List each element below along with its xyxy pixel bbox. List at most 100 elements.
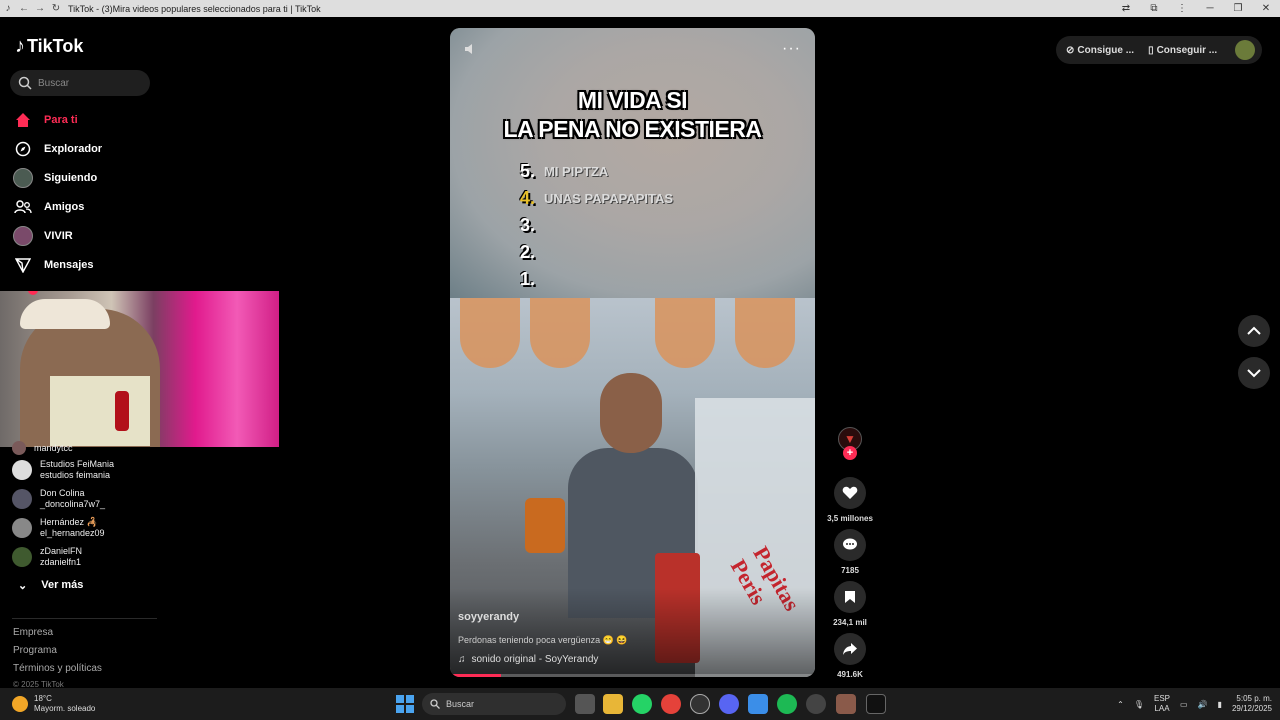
next-video-button[interactable]: [1238, 357, 1270, 389]
ver-mas-button[interactable]: ⌄ Ver más: [12, 571, 162, 599]
ver-mas-label: Ver más: [41, 579, 84, 591]
previous-video-button[interactable]: [1238, 315, 1270, 347]
save-action[interactable]: 234,1 mil: [826, 581, 874, 627]
speaker-icon[interactable]: 🔊: [1198, 700, 1208, 709]
ranking-number: 5.: [520, 161, 536, 181]
comment-icon[interactable]: [834, 529, 866, 561]
video-overlay-title: MI VIDA SI LA PENA NO EXISTIERA: [450, 86, 815, 144]
back-icon[interactable]: ←: [16, 1, 32, 17]
follow-button[interactable]: +: [843, 446, 857, 460]
ranking-text: UNAS PAPAPAPITAS: [544, 191, 674, 206]
sidebar-item-para-ti[interactable]: Para ti: [12, 105, 152, 134]
chips-bag: [460, 298, 520, 368]
account-handle: _doncolina7w7_: [40, 498, 106, 509]
language-indicator[interactable]: ESP LAA: [1154, 694, 1170, 714]
reload-icon[interactable]: ↻: [48, 1, 64, 17]
extensions-icon[interactable]: ⧉: [1140, 3, 1168, 14]
weather-text: Mayorm. soleado: [34, 704, 96, 713]
obs-icon[interactable]: [806, 694, 826, 714]
footer-link-terminos[interactable]: Términos y políticas: [13, 663, 102, 681]
more-options-icon[interactable]: ···: [782, 40, 801, 58]
tiktok-favicon-icon: ♪: [5, 3, 11, 14]
network-icon[interactable]: ▭: [1180, 700, 1188, 709]
profile-avatar[interactable]: [1235, 40, 1256, 60]
whatsapp-icon[interactable]: [632, 694, 652, 714]
bottle: [525, 498, 565, 553]
start-button[interactable]: [396, 695, 414, 713]
ranking-number: 4.: [520, 188, 536, 208]
chips-bag: [735, 298, 795, 368]
task-view-icon[interactable]: [575, 694, 595, 714]
tiktok-logo[interactable]: ♪ TikTok: [15, 35, 83, 58]
chevron-down-icon: ⌄: [18, 579, 28, 592]
sidebar-item-explorador[interactable]: Explorador: [12, 134, 152, 163]
tiktok-taskbar-icon[interactable]: [866, 694, 886, 714]
music-note-icon: ♫: [458, 654, 466, 665]
video-username[interactable]: soyyerandy: [458, 611, 798, 623]
clock[interactable]: 5:05 p. m. 29/12/2025: [1232, 694, 1272, 714]
ranking-row: 2.: [520, 239, 673, 266]
file-explorer-icon[interactable]: [603, 694, 623, 714]
following-avatar: [12, 167, 34, 189]
list-item[interactable]: Hernández 🦂 el_hernandez09: [12, 513, 162, 542]
microphone-icon[interactable]: 🎙: [1134, 700, 1144, 709]
github-icon[interactable]: [690, 694, 710, 714]
chevron-up-icon[interactable]: ⌃: [1117, 700, 1124, 709]
close-button[interactable]: ✕: [1252, 3, 1280, 14]
taskbar-search[interactable]: Buscar: [422, 693, 566, 715]
lang-code: ESP: [1154, 694, 1171, 703]
chevron-up-icon: [1247, 326, 1261, 335]
translate-icon[interactable]: ⇄: [1112, 3, 1140, 14]
discord-icon[interactable]: [719, 694, 739, 714]
account-handle: mandytcc: [34, 442, 73, 453]
spotify-icon[interactable]: [777, 694, 797, 714]
account-name: Estudios FeiMania: [40, 458, 115, 469]
restore-button[interactable]: ❐: [1224, 3, 1252, 14]
list-item[interactable]: mandytcc: [12, 441, 162, 455]
save-count: 234,1 mil: [833, 618, 867, 627]
app-icon[interactable]: [748, 694, 768, 714]
list-item[interactable]: Estudios FeiMania estudios feimania: [12, 455, 162, 484]
sound-label: sonido original - SoyYerandy: [471, 654, 599, 665]
heart-icon[interactable]: [834, 477, 866, 509]
vendor-head: [600, 373, 662, 453]
sidebar-item-label: Amigos: [44, 200, 85, 213]
account-handle: estudios feimania: [40, 469, 111, 480]
get-app-button[interactable]: ▯ Conseguir ...: [1148, 45, 1217, 56]
sidebar-nav: Para ti Explorador Siguiendo Amigos VIVI…: [12, 105, 152, 279]
like-action[interactable]: 3,5 millones: [826, 477, 874, 523]
footer-link-empresa[interactable]: Empresa: [13, 627, 102, 645]
menu-icon[interactable]: ⋮: [1168, 3, 1196, 14]
bookmark-icon[interactable]: [834, 581, 866, 613]
share-icon[interactable]: [834, 633, 866, 665]
footer-link-programa[interactable]: Programa: [13, 645, 102, 663]
live-avatar: [12, 225, 34, 247]
ranking-number: 3.: [520, 215, 536, 235]
home-icon: [12, 109, 34, 131]
search-box[interactable]: [10, 70, 150, 96]
phone-icon: ▯: [1148, 44, 1154, 56]
sidebar-item-vivir[interactable]: VIVIR: [12, 221, 152, 250]
list-item[interactable]: zDanielFN zdanielfn1: [12, 542, 162, 571]
volume-icon[interactable]: [464, 42, 478, 56]
comment-action[interactable]: 7185: [826, 529, 874, 575]
weather-widget[interactable]: 18°C Mayorm. soleado: [12, 694, 95, 714]
sidebar-item-amigos[interactable]: Amigos: [12, 192, 152, 221]
forward-icon[interactable]: →: [32, 1, 48, 17]
sidebar-item-mensajes[interactable]: Mensajes: [12, 250, 152, 279]
search-input[interactable]: [38, 77, 138, 89]
box-app-icon[interactable]: [836, 694, 856, 714]
get-coins-button[interactable]: ⊘ Consigue ...: [1066, 45, 1134, 56]
coin-icon: ⊘: [1066, 44, 1075, 56]
get-app-label: Conseguir ...: [1156, 44, 1218, 56]
compass-icon: [12, 138, 34, 160]
battery-icon[interactable]: ▮: [1218, 700, 1222, 709]
chrome-icon[interactable]: [661, 694, 681, 714]
list-item[interactable]: Don Colina _doncolina7w7_: [12, 484, 162, 513]
video-player[interactable]: MI VIDA SI LA PENA NO EXISTIERA 5. MI PIP…: [450, 28, 815, 677]
sidebar-item-siguiendo[interactable]: Siguiendo: [12, 163, 152, 192]
video-sound[interactable]: ♫ sonido original - SoyYerandy: [458, 654, 798, 665]
share-action[interactable]: 491.6K: [826, 633, 874, 679]
minimize-button[interactable]: ─: [1196, 3, 1224, 14]
video-progress-bar[interactable]: [450, 674, 815, 677]
